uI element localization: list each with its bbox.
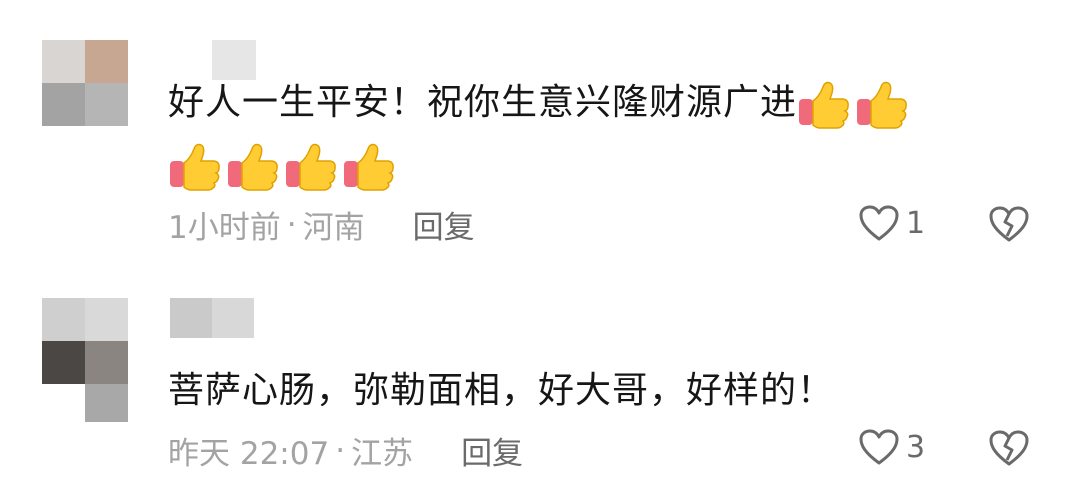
like-count: 3 <box>906 429 926 465</box>
avatar-mosaic-cell <box>85 298 128 341</box>
comment-meta: 昨天 22:07 · 江苏 回复 <box>168 428 523 473</box>
dislike-button[interactable] <box>988 204 1030 248</box>
dislike-button[interactable] <box>988 428 1030 472</box>
comment-text: 菩萨心肠，弥勒面相，好大哥，好样的！ <box>168 360 1028 422</box>
comment-body: 好人一生平安！祝你生意兴隆财源广进 <box>168 82 798 123</box>
avatar-mosaic-cell <box>42 40 85 83</box>
avatar[interactable] <box>42 298 128 422</box>
emoji-group <box>797 79 909 129</box>
thumbs-up-icon <box>799 81 849 129</box>
avatar[interactable] <box>42 40 128 126</box>
thumbs-up-icon <box>286 143 336 191</box>
comment-item: 菩萨心肠，弥勒面相，好大哥，好样的！ 昨天 22:07 · 江苏 回复 3 <box>0 262 1080 502</box>
comment-time: 昨天 22:07 <box>168 436 330 472</box>
comment-meta: 1小时前 · 河南 回复 <box>168 202 475 247</box>
comment-location: 河南 <box>302 210 365 246</box>
avatar-mosaic-cell <box>85 341 128 384</box>
avatar-mosaic-cell <box>42 298 85 341</box>
thumbs-up-icon <box>344 143 394 191</box>
comment-body: 菩萨心肠，弥勒面相，好大哥，好样的！ <box>168 370 835 411</box>
avatar-mosaic-cell <box>85 40 128 83</box>
broken-heart-icon <box>989 206 1029 242</box>
heart-outline-icon <box>859 429 899 465</box>
emoji-group <box>168 141 396 191</box>
meta-separator: · <box>286 206 297 243</box>
comment-time: 1小时前 <box>168 210 281 246</box>
avatar-mosaic-cell <box>85 83 128 126</box>
avatar-mosaic-cell <box>42 83 85 126</box>
comment-item: 好人一生平安！祝你生意兴隆财源广进 1小时前 · 河南 回复 1 <box>0 0 1080 262</box>
meta-separator: · <box>335 432 346 469</box>
comment-location: 江苏 <box>351 436 414 472</box>
blur-block <box>212 298 254 338</box>
thumbs-up-icon <box>228 143 278 191</box>
reply-button[interactable]: 回复 <box>461 428 523 473</box>
comment-text: 好人一生平安！祝你生意兴隆财源广进 <box>168 72 1028 196</box>
thumbs-up-icon <box>170 143 220 191</box>
like-button[interactable]: 1 <box>858 204 925 242</box>
like-count: 1 <box>906 205 926 241</box>
blur-block <box>170 298 212 338</box>
heart-outline-icon <box>859 205 899 241</box>
thumbs-up-icon <box>857 81 907 129</box>
broken-heart-icon <box>989 430 1029 466</box>
username-blurred[interactable] <box>170 298 254 338</box>
avatar-mosaic-cell <box>85 384 128 422</box>
avatar-mosaic-cell <box>42 341 85 384</box>
reply-button[interactable]: 回复 <box>413 202 475 247</box>
like-button[interactable]: 3 <box>858 428 925 466</box>
